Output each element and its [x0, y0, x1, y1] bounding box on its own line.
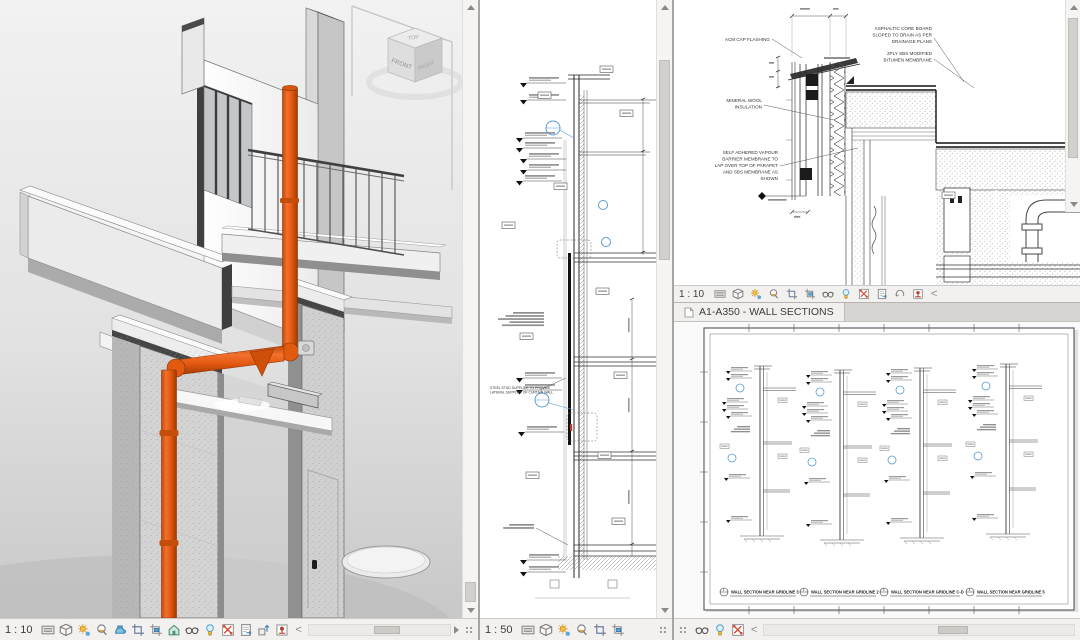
- view-scale-3d[interactable]: 1 : 10: [5, 624, 33, 636]
- sheet-canvas: 1 WALL SECTION NEAR GRIDLINE 3 2 WALL SE…: [674, 322, 1080, 618]
- scroll-right-icon[interactable]: [454, 626, 459, 634]
- temporary-view-properties-icon[interactable]: [239, 622, 254, 637]
- svg-text:BARRIER MEMBRANE TO: BARRIER MEMBRANE TO: [722, 157, 778, 162]
- svg-text:3: 3: [883, 588, 885, 592]
- horizontal-scrollbar-3d[interactable]: [308, 624, 451, 636]
- analytical-model-icon[interactable]: [730, 622, 745, 637]
- view-scale-section[interactable]: 1 : 50: [485, 624, 513, 636]
- scroll-up-icon[interactable]: [661, 5, 669, 10]
- svg-text:1: 1: [723, 588, 725, 592]
- pipe-valve[interactable]: [298, 341, 314, 355]
- sun-path-icon[interactable]: [557, 622, 572, 637]
- reveal-hidden-icon[interactable]: [820, 287, 835, 302]
- section-vertical-scrollbar[interactable]: [656, 0, 672, 618]
- panel-sheet-view: 1 WALL SECTION NEAR GRIDLINE 3 2 WALL SE…: [674, 322, 1080, 640]
- crop-view-icon[interactable]: [131, 622, 146, 637]
- toolbar-collapse-icon[interactable]: <: [293, 624, 305, 636]
- unlocked-3d-view-icon[interactable]: [167, 622, 182, 637]
- svg-text:2: 2: [803, 588, 805, 592]
- wall-section-canvas: STEEL STUD SUPPLIER TO PROVIDE LATERAL S…: [480, 0, 656, 618]
- scroll-up-icon[interactable]: [467, 5, 475, 10]
- view-control-bar-3d: 1 : 10 <: [0, 618, 478, 640]
- reveal-constraints-icon[interactable]: [275, 622, 290, 637]
- svg-text:SHOWN: SHOWN: [760, 176, 778, 181]
- resize-grip[interactable]: [465, 626, 473, 634]
- svg-text:ASPHALTIC CORE BOARD: ASPHALTIC CORE BOARD: [875, 26, 933, 31]
- crop-view-icon[interactable]: [784, 287, 799, 302]
- crop-region-icon[interactable]: [611, 622, 626, 637]
- view-scale-detail[interactable]: 1 : 10: [679, 289, 704, 300]
- scroll-down-icon[interactable]: [1070, 202, 1078, 207]
- detail-level-icon[interactable]: [521, 622, 536, 637]
- svg-text:SLOPED TO DRAIN AS PER: SLOPED TO DRAIN AS PER: [872, 33, 932, 38]
- toolbar-collapse-icon[interactable]: <: [748, 624, 760, 636]
- shadows-icon[interactable]: [575, 622, 590, 637]
- svg-text:LATERAL SUPPORT OF CURTAIN WAL: LATERAL SUPPORT OF CURTAIN WALL: [490, 390, 553, 394]
- sun-path-icon[interactable]: [77, 622, 92, 637]
- sun-path-icon[interactable]: [748, 287, 763, 302]
- svg-text:SELF ADHERED VAPOUR: SELF ADHERED VAPOUR: [723, 150, 779, 155]
- reveal-hidden-icon[interactable]: [185, 622, 200, 637]
- sheet-paper[interactable]: 1 WALL SECTION NEAR GRIDLINE 3 2 WALL SE…: [700, 324, 1078, 614]
- visual-style-icon[interactable]: [730, 287, 745, 302]
- sheet-icon: [684, 307, 694, 318]
- detail-level-icon[interactable]: [712, 287, 727, 302]
- crop-region-icon[interactable]: [149, 622, 164, 637]
- detail-canvas: ACM CAP FLASHING ASPHALTIC CORE BOARD SL…: [674, 0, 1080, 285]
- view-control-bar-detail: 1 : 10 <: [674, 285, 1080, 302]
- panel-3d-view: TOP FRONT RIGHT 1 : 10 <: [0, 0, 478, 640]
- view-control-bar-sheet: <: [674, 618, 1080, 640]
- revit-workspace: TOP FRONT RIGHT 1 : 10 <: [0, 0, 1080, 640]
- resize-grip[interactable]: [679, 626, 687, 634]
- svg-text:AND SBS MEMBRANE AS: AND SBS MEMBRANE AS: [723, 170, 778, 175]
- tab-title: A1-A350 - WALL SECTIONS: [699, 306, 834, 318]
- analytical-model-icon[interactable]: [221, 622, 236, 637]
- crop-view-icon[interactable]: [593, 622, 608, 637]
- crop-region-icon[interactable]: [802, 287, 817, 302]
- svg-text:INSULATION: INSULATION: [735, 105, 762, 110]
- view-tab-bar: A1-A350 - WALL SECTIONS: [674, 302, 1080, 322]
- shadows-icon[interactable]: [95, 622, 110, 637]
- visual-style-icon[interactable]: [539, 622, 554, 637]
- svg-text:DRAINAGE PLANS: DRAINAGE PLANS: [892, 39, 932, 44]
- detail-level-icon[interactable]: [41, 622, 56, 637]
- svg-text:2PLY SBS MODIFIED: 2PLY SBS MODIFIED: [887, 51, 933, 56]
- reveal-constraints-icon[interactable]: [910, 287, 925, 302]
- panel-detail-110: ACM CAP FLASHING ASPHALTIC CORE BOARD SL…: [674, 0, 1080, 302]
- svg-text:WALL SECTION NEAR GRIDLINE 3: WALL SECTION NEAR GRIDLINE 3: [731, 590, 799, 595]
- tab-sheet-a1-a350[interactable]: A1-A350 - WALL SECTIONS: [674, 303, 845, 321]
- 3d-vertical-scrollbar[interactable]: [462, 0, 478, 618]
- svg-text:WALL SECTION NEAR GRIDLINE 2: WALL SECTION NEAR GRIDLINE 2: [811, 590, 879, 595]
- visual-style-icon[interactable]: [59, 622, 74, 637]
- view-control-bar-section: 1 : 50: [480, 618, 672, 640]
- 3d-view-canvas: TOP FRONT RIGHT: [0, 0, 462, 618]
- displacement-sets-icon[interactable]: [257, 622, 272, 637]
- horizontal-scrollbar-sheet[interactable]: [763, 624, 1075, 636]
- reveal-hidden-icon[interactable]: [694, 622, 709, 637]
- svg-text:WALL SECTION NEAR GRIDLINE 5: WALL SECTION NEAR GRIDLINE 5: [977, 590, 1045, 595]
- svg-text:4: 4: [969, 588, 971, 592]
- panel-wall-section-150: STEEL STUD SUPPLIER TO PROVIDE LATERAL S…: [480, 0, 672, 640]
- temporary-hide-isolate-icon[interactable]: [203, 622, 218, 637]
- temporary-view-properties-icon[interactable]: [874, 287, 889, 302]
- svg-text:WALL SECTION NEAR GRIDLINE C-D: WALL SECTION NEAR GRIDLINE C-D: [891, 590, 964, 595]
- svg-text:BITUMEN MEMBRANE: BITUMEN MEMBRANE: [884, 58, 933, 63]
- temporary-hide-isolate-icon[interactable]: [712, 622, 727, 637]
- svg-text:MINERAL WOOL: MINERAL WOOL: [726, 98, 762, 103]
- resize-grip[interactable]: [659, 626, 667, 634]
- sc roll-down-icon[interactable]: [661, 608, 669, 613]
- scroll-down-icon[interactable]: [467, 608, 475, 613]
- svg-text:LAP OVER TOP OF PARAPET: LAP OVER TOP OF PARAPET: [715, 163, 779, 168]
- svg-text:ACM CAP FLASHING: ACM CAP FLASHING: [725, 37, 771, 42]
- worksharing-icon[interactable]: [892, 287, 907, 302]
- shadows-icon[interactable]: [766, 287, 781, 302]
- scroll-up-icon[interactable]: [1070, 5, 1078, 10]
- analytical-model-icon[interactable]: [856, 287, 871, 302]
- rendering-dialog-icon[interactable]: [113, 622, 128, 637]
- toolbar-collapse-icon[interactable]: <: [928, 288, 940, 300]
- temporary-hide-isolate-icon[interactable]: [838, 287, 853, 302]
- detail-vertical-scrollbar[interactable]: [1065, 0, 1080, 212]
